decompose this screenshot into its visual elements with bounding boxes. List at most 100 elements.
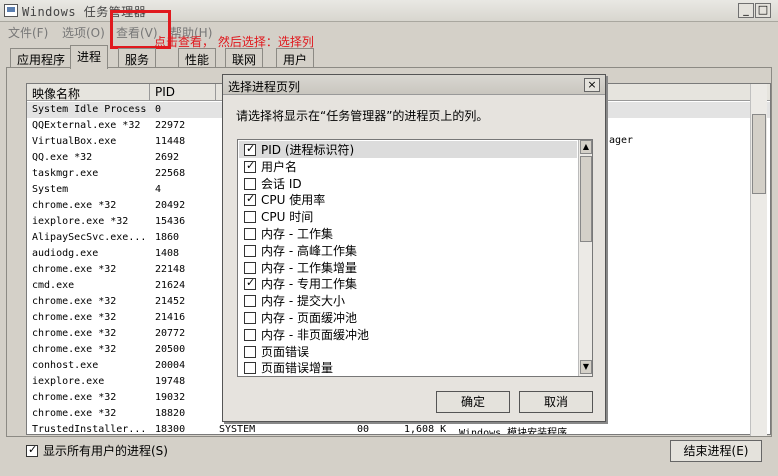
cancel-button[interactable]: 取消: [519, 391, 593, 413]
scroll-up-arrow-icon[interactable]: ▲: [580, 140, 592, 154]
tab-networking[interactable]: 联网: [225, 48, 264, 68]
process-name-cell: iexplore.exe *32: [32, 216, 129, 227]
column-option-label: 内存 - 工作集增量: [261, 260, 357, 275]
checkbox-checked-icon[interactable]: [244, 159, 256, 173]
process-name-cell: chrome.exe *32: [32, 344, 117, 355]
pid-cell: 22148: [155, 264, 186, 275]
pid-cell: 19748: [155, 376, 186, 387]
column-option[interactable]: 内存 - 提交大小: [244, 292, 345, 309]
checkbox-checked-icon[interactable]: [26, 443, 38, 457]
process-name-cell: System Idle Process: [32, 104, 147, 115]
tab-services[interactable]: 服务: [118, 48, 157, 68]
scrollbar-thumb[interactable]: [580, 156, 592, 242]
process-name-cell: taskmgr.exe: [32, 168, 99, 179]
process-name-cell: chrome.exe *32: [32, 200, 117, 211]
scrollbar-thumb[interactable]: [752, 114, 766, 194]
checkbox-checked-icon[interactable]: [244, 192, 256, 207]
checkbox-unchecked-icon[interactable]: [244, 177, 256, 190]
pid-cell: 15436: [155, 216, 186, 227]
column-option[interactable]: 页面错误: [244, 343, 309, 360]
checkbox-unchecked-icon[interactable]: [244, 211, 256, 224]
pid-cell: 2692: [155, 152, 180, 163]
process-name-cell: QQ.exe *32: [32, 152, 93, 163]
show-all-users-label: 显示所有用户的进程(S): [43, 444, 168, 458]
show-all-users-checkbox[interactable]: 显示所有用户的进程(S): [26, 442, 168, 459]
column-option-label: 页面错误: [261, 344, 310, 359]
column-option-label: CPU 使用率: [261, 193, 326, 208]
pid-cell: 0: [155, 104, 162, 115]
column-option-label: 内存 - 页面缓冲池: [261, 311, 357, 325]
process-name-cell: QQExternal.exe *32: [32, 120, 141, 131]
scroll-down-arrow-icon[interactable]: ▼: [580, 360, 592, 374]
column-option[interactable]: 内存 - 非页面缓冲池: [244, 326, 369, 343]
column-option[interactable]: 页面错误增量: [244, 359, 333, 376]
column-option[interactable]: 会话 ID: [244, 175, 302, 192]
end-process-button[interactable]: 结束进程(E): [670, 440, 762, 462]
column-option-label: 内存 - 提交大小: [261, 294, 345, 309]
column-option[interactable]: 内存 - 页面缓冲池: [244, 309, 357, 326]
checkbox-unchecked-icon[interactable]: [244, 345, 256, 358]
process-name-cell: iexplore.exe: [32, 376, 105, 387]
process-name-cell: TrustedInstaller...: [32, 424, 147, 435]
pid-cell: 20004: [155, 360, 186, 371]
checkbox-checked-icon[interactable]: [244, 142, 256, 156]
column-header-pid[interactable]: PID: [155, 85, 175, 99]
pid-cell: 20500: [155, 344, 186, 355]
column-option-label: PID (进程标识符): [261, 143, 355, 157]
checklist-scrollbar[interactable]: ▲ ▼: [578, 140, 592, 376]
maximize-button[interactable]: □: [755, 3, 771, 18]
menu-options[interactable]: 选项(O): [62, 24, 105, 41]
process-name-cell: cmd.exe: [32, 280, 75, 291]
pid-cell: 22972: [155, 120, 186, 131]
column-header-image-name[interactable]: 映像名称: [32, 85, 80, 102]
process-name-cell: System: [32, 184, 69, 195]
tab-applications[interactable]: 应用程序: [10, 48, 73, 68]
column-option[interactable]: 用户名: [244, 158, 297, 175]
menu-file[interactable]: 文件(F): [8, 24, 48, 41]
column-option[interactable]: 内存 - 工作集增量: [244, 259, 357, 276]
checkbox-unchecked-icon[interactable]: [244, 228, 256, 240]
tab-processes[interactable]: 进程: [70, 45, 109, 69]
process-name-cell: chrome.exe *32: [32, 392, 117, 403]
minimize-button[interactable]: _: [738, 3, 754, 18]
column-checklist[interactable]: PID (进程标识符) 用户名会话 ID CPU 使用率 CPU 时间内存 - 工作集…: [237, 139, 593, 377]
checkbox-unchecked-icon[interactable]: [244, 328, 256, 341]
column-option-label: 会话 ID: [261, 176, 302, 191]
tab-users[interactable]: 用户: [276, 48, 315, 68]
checkbox-unchecked-icon[interactable]: [244, 312, 256, 324]
table-row[interactable]: TrustedInstaller... 18300 SYSTEM 00 1,608 K W…: [27, 422, 770, 435]
process-list-scrollbar[interactable]: [750, 84, 767, 436]
process-name-cell: chrome.exe *32: [32, 408, 117, 419]
checkbox-checked-icon[interactable]: [244, 276, 256, 291]
checkbox-unchecked-icon[interactable]: [244, 295, 256, 308]
column-option[interactable]: CPU 使用率: [244, 191, 325, 208]
process-name-cell: chrome.exe *32: [32, 264, 117, 275]
checkbox-unchecked-icon[interactable]: [244, 244, 256, 257]
checkbox-unchecked-icon[interactable]: [244, 362, 256, 375]
dialog-close-button[interactable]: ×: [584, 78, 600, 92]
ok-button[interactable]: 确定: [436, 391, 510, 413]
user-cell: SYSTEM: [219, 424, 256, 435]
pid-cell: 21624: [155, 280, 186, 291]
column-option[interactable]: PID (进程标识符): [239, 141, 577, 158]
column-option-label: 内存 - 非页面缓冲池: [261, 327, 369, 342]
process-name-cell: chrome.exe *32: [32, 296, 117, 307]
dialog-message: 请选择将显示在“任务管理器”的进程页上的列。: [236, 109, 489, 123]
pid-cell: 21416: [155, 312, 186, 323]
process-name-cell: conhost.exe: [32, 360, 99, 371]
column-option-label: CPU 时间: [261, 210, 314, 225]
pid-cell: 22568: [155, 168, 186, 179]
column-option[interactable]: 内存 - 高峰工作集: [244, 242, 357, 259]
column-option[interactable]: 内存 - 专用工作集: [244, 275, 357, 292]
column-option[interactable]: CPU 时间: [244, 208, 313, 225]
checkbox-unchecked-icon[interactable]: [244, 261, 256, 274]
process-name-cell: AlipaySecSvc.exe...: [32, 232, 147, 243]
column-option[interactable]: 内存 - 工作集: [244, 225, 333, 242]
cpu-cell: 00: [357, 424, 370, 435]
pid-cell: 18820: [155, 408, 186, 419]
task-manager-app-icon: [4, 4, 18, 17]
pid-cell: 1860: [155, 232, 180, 243]
tab-performance[interactable]: 性能: [178, 48, 217, 68]
pid-cell: 18300: [155, 424, 186, 435]
dialog-title: 选择进程页列: [228, 80, 301, 94]
